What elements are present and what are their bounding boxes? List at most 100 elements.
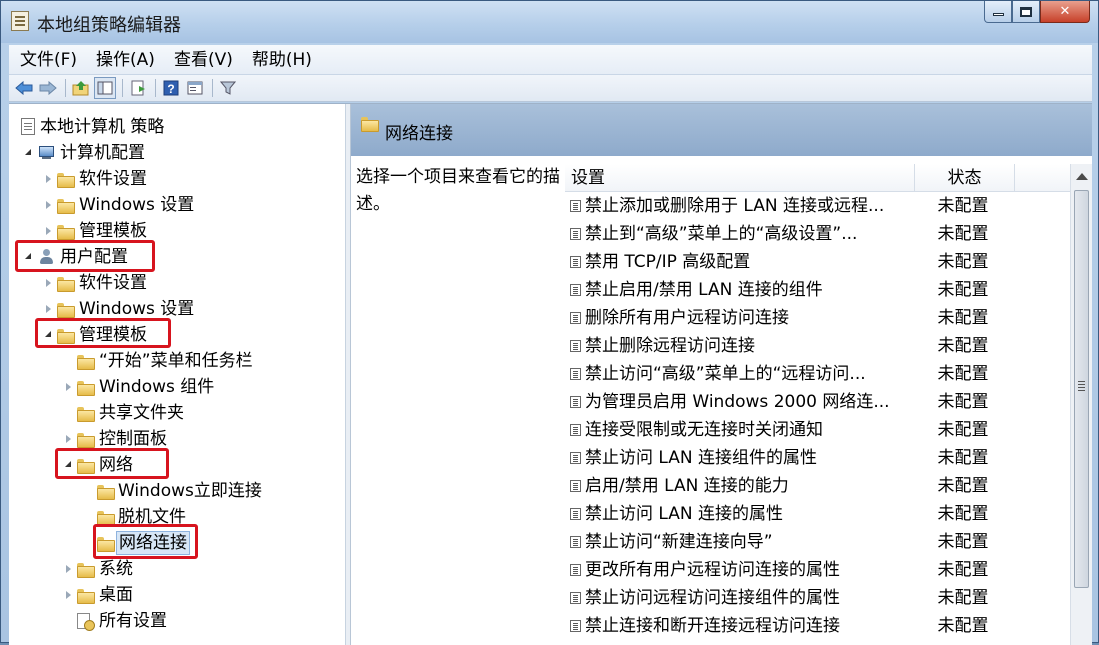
folder-icon <box>77 381 95 396</box>
policy-row[interactable]: 禁止启用/禁用 LAN 连接的组件 未配置 <box>565 276 1070 304</box>
toolbar: ? <box>9 75 1092 102</box>
tree-item-label: 软件设置 <box>79 169 147 189</box>
expand-toggle-icon[interactable] <box>43 200 53 210</box>
highlight-network <box>55 448 169 479</box>
up-one-level-button[interactable] <box>70 77 92 99</box>
policy-state: 未配置 <box>937 364 989 384</box>
grip-icon <box>1078 381 1085 382</box>
menu-view[interactable]: 查看(V) <box>163 45 241 75</box>
vertical-scrollbar[interactable] <box>1070 164 1092 645</box>
tree-item-label: 计算机配置 <box>60 143 145 163</box>
policy-row[interactable]: 禁止访问 LAN 连接组件的属性 未配置 <box>565 444 1070 472</box>
policy-row[interactable]: 更改所有用户远程访问连接的属性 未配置 <box>565 556 1070 584</box>
tree-pane: 本地计算机 策略 计算机配置 软件设置 Windows 设置 管理模板 用户配置… <box>9 104 346 645</box>
policy-row[interactable]: 禁止连接和断开连接远程访问连接 未配置 <box>565 612 1070 640</box>
up-folder-icon <box>72 81 89 96</box>
policy-row[interactable]: 禁止访问 LAN 连接的属性 未配置 <box>565 500 1070 528</box>
policy-state: 未配置 <box>937 420 989 440</box>
policy-state: 未配置 <box>937 224 989 244</box>
scrollbar-thumb[interactable] <box>1074 190 1089 588</box>
policy-name: 禁止访问 LAN 连接组件的属性 <box>585 448 818 468</box>
policy-setting-icon <box>570 340 581 352</box>
policy-row[interactable]: 禁止访问“新建连接向导” 未配置 <box>565 528 1070 556</box>
policy-name: 删除所有用户远程访问连接 <box>585 308 789 328</box>
expand-toggle-icon[interactable] <box>63 590 73 600</box>
column-header-extra[interactable] <box>1015 164 1070 192</box>
policy-state: 未配置 <box>937 448 989 468</box>
close-icon: ✕ <box>1059 4 1071 19</box>
help-icon: ? <box>163 80 179 96</box>
column-header-state[interactable]: 状态 <box>915 164 1015 192</box>
close-button[interactable]: ✕ <box>1040 1 1090 23</box>
policy-setting-icon <box>570 312 581 324</box>
tree-item-label: 系统 <box>99 559 133 579</box>
policy-name: 为管理员启用 Windows 2000 网络连... <box>585 392 890 412</box>
menu-file[interactable]: 文件(F) <box>9 45 85 75</box>
help-button[interactable]: ? <box>160 77 182 99</box>
expand-toggle-icon[interactable] <box>63 382 73 392</box>
highlight-user-config <box>15 240 155 272</box>
tree-item-label: 所有设置 <box>99 611 167 631</box>
policy-name: 更改所有用户远程访问连接的属性 <box>585 560 840 580</box>
menu-action[interactable]: 操作(A) <box>85 45 163 75</box>
scroll-up-arrow-icon[interactable] <box>1076 173 1088 180</box>
policy-row[interactable]: 禁止访问远程访问连接组件的属性 未配置 <box>565 584 1070 612</box>
expand-toggle-icon[interactable] <box>43 304 53 314</box>
policy-state: 未配置 <box>937 616 989 636</box>
policy-name: 启用/禁用 LAN 连接的能力 <box>585 476 789 496</box>
policy-name: 禁止启用/禁用 LAN 连接的组件 <box>585 280 823 300</box>
properties-icon <box>187 81 203 95</box>
policy-row[interactable]: 删除所有用户远程访问连接 未配置 <box>565 304 1070 332</box>
show-hide-tree-button[interactable] <box>94 77 116 99</box>
policy-setting-icon <box>570 452 581 464</box>
policy-row[interactable]: 连接受限制或无连接时关闭通知 未配置 <box>565 416 1070 444</box>
folder-icon <box>361 117 379 132</box>
expand-toggle-icon[interactable] <box>43 174 53 184</box>
properties-button[interactable] <box>184 77 206 99</box>
minimize-button[interactable] <box>984 1 1012 23</box>
policy-row[interactable]: 禁止访问“高级”菜单上的“远程访问... 未配置 <box>565 360 1070 388</box>
menu-bar: 文件(F) 操作(A) 查看(V) 帮助(H) <box>9 45 1092 75</box>
policy-setting-icon <box>570 256 581 268</box>
window-controls: ✕ <box>984 1 1090 25</box>
window-title: 本地组策略编辑器 <box>37 15 181 36</box>
column-header-setting[interactable]: 设置 <box>565 164 915 192</box>
title-bar[interactable]: 本地组策略编辑器 ✕ <box>1 1 1098 43</box>
policy-row[interactable]: 禁止删除远程访问连接 未配置 <box>565 332 1070 360</box>
folder-icon <box>57 173 75 188</box>
policy-name: 禁用 TCP/IP 高级配置 <box>585 252 751 272</box>
policy-row[interactable]: 禁止添加或删除用于 LAN 连接或远程... 未配置 <box>565 192 1070 220</box>
tree-item-label: 软件设置 <box>79 273 147 293</box>
export-list-button[interactable] <box>127 77 149 99</box>
filter-button[interactable] <box>217 77 239 99</box>
maximize-button[interactable] <box>1012 1 1040 23</box>
menu-help[interactable]: 帮助(H) <box>241 45 320 75</box>
policy-name: 禁止删除远程访问连接 <box>585 336 755 356</box>
policy-state: 未配置 <box>937 532 989 552</box>
details-pane: 网络连接 选择一个项目来查看它的描述。 设置 状态 禁止添加或删除用于 LAN … <box>351 104 1092 645</box>
policy-state: 未配置 <box>937 560 989 580</box>
toolbar-separator <box>155 79 156 97</box>
expand-toggle-icon[interactable] <box>63 434 73 444</box>
policy-row[interactable]: 启用/禁用 LAN 连接的能力 未配置 <box>565 472 1070 500</box>
gpedit-app-icon <box>11 11 29 31</box>
tree-item-label: Windows立即连接 <box>118 481 262 501</box>
expand-toggle-icon[interactable] <box>23 148 33 158</box>
expand-toggle-icon[interactable] <box>43 226 53 236</box>
policy-setting-icon <box>570 424 581 436</box>
policy-row[interactable]: 禁止到“高级”菜单上的“高级设置”... 未配置 <box>565 220 1070 248</box>
policy-row[interactable]: 禁用 TCP/IP 高级配置 未配置 <box>565 248 1070 276</box>
policy-name: 禁止添加或删除用于 LAN 连接或远程... <box>585 196 885 216</box>
policy-name: 禁止访问 LAN 连接的属性 <box>585 504 784 524</box>
expand-toggle-icon[interactable] <box>43 278 53 288</box>
export-list-icon <box>131 80 145 96</box>
policy-state: 未配置 <box>937 476 989 496</box>
expand-toggle-icon[interactable] <box>63 564 73 574</box>
gpedit-window: 本地组策略编辑器 ✕ 文件(F) 操作(A) 查看(V) 帮助(H) ? 本地计… <box>0 0 1099 645</box>
policy-row[interactable]: 为管理员启用 Windows 2000 网络连... 未配置 <box>565 388 1070 416</box>
policy-setting-icon <box>570 480 581 492</box>
back-button[interactable] <box>13 77 35 99</box>
tree-item-label: Windows 组件 <box>99 377 215 397</box>
forward-button[interactable] <box>37 77 59 99</box>
policy-doc-icon <box>21 118 35 135</box>
